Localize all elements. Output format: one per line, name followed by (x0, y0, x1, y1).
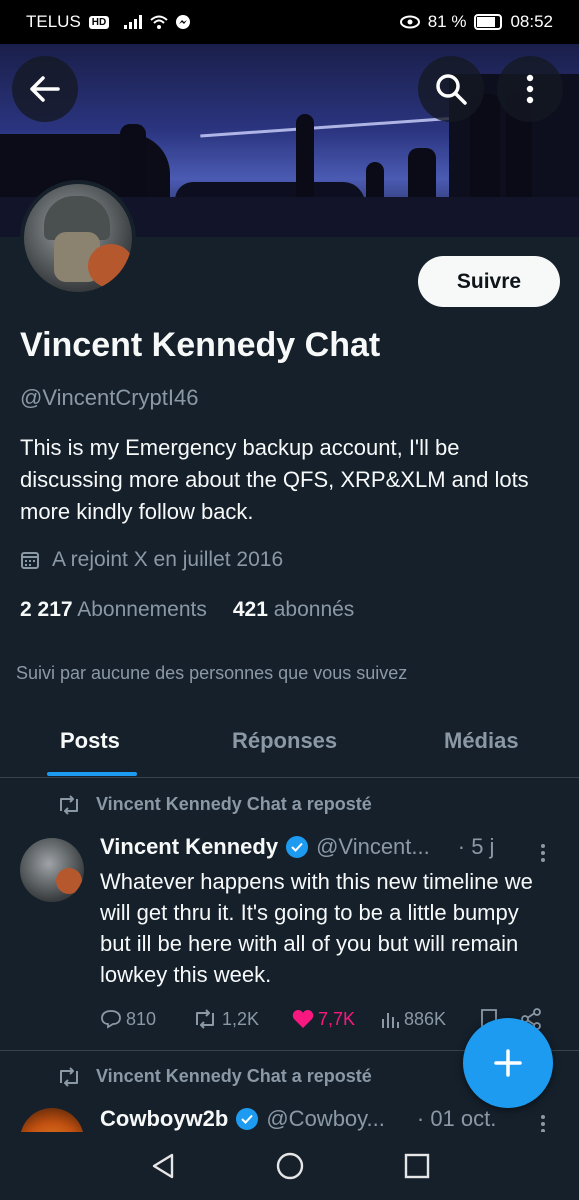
calendar-icon (21, 552, 39, 569)
battery-icon (474, 14, 503, 30)
eye-icon (399, 15, 420, 29)
nav-back-icon[interactable] (150, 1152, 176, 1180)
clock: 08:52 (510, 12, 553, 31)
repost-icon (60, 1066, 78, 1087)
tab-media[interactable]: Médias (444, 728, 519, 754)
repost-count: 1,2K (222, 1008, 260, 1029)
post-text: Whatever happens with this new timeline … (100, 869, 533, 987)
repost-icon (196, 1009, 214, 1029)
post-author-handle: @Cowboy... (266, 1106, 385, 1131)
reply-button[interactable]: 810 (100, 1009, 192, 1030)
post-header: Vincent Kennedy @Vincent... · 5 j (100, 834, 494, 860)
nav-home-icon[interactable] (275, 1151, 305, 1181)
back-button[interactable] (12, 56, 78, 122)
followers-count: 421 (232, 598, 268, 621)
search-icon (436, 74, 467, 105)
follow-button[interactable]: Suivre (418, 256, 560, 307)
repost-label: Vincent Kennedy Chat a reposté (96, 794, 372, 814)
like-button[interactable]: 7,7K (292, 1009, 380, 1030)
verified-badge-icon (286, 836, 309, 858)
post-author-name[interactable]: Cowboyw2b (100, 1106, 228, 1132)
joined-date: A rejoint X en juillet 2016 (20, 548, 283, 572)
reply-icon (101, 1010, 121, 1029)
profile-name: Vincent Kennedy Chat (20, 326, 381, 364)
compose-button[interactable] (463, 1018, 553, 1108)
post-author-handle: @Vincent... (316, 834, 430, 859)
tab-posts[interactable]: Posts (60, 728, 120, 754)
views-button[interactable]: 886K (380, 1009, 480, 1030)
plus-icon (494, 1049, 522, 1077)
followers-label: abonnés (273, 598, 355, 621)
reply-count: 810 (126, 1008, 157, 1029)
carrier-label: TELUS (26, 12, 81, 31)
views-count: 886K (404, 1008, 447, 1029)
repost-label: Vincent Kennedy Chat a reposté (96, 1066, 372, 1086)
vertical-dots-icon (526, 74, 534, 104)
repost-indicator: Vincent Kennedy Chat a reposté (56, 794, 372, 815)
post-time: · 5 j (457, 834, 495, 859)
post-time: · 01 oct. (416, 1106, 497, 1131)
joined-label: A rejoint X en juillet 2016 (52, 548, 284, 571)
post-author-avatar[interactable] (20, 838, 84, 902)
followed-by-text: Suivi par aucune des personnes que vous … (16, 663, 408, 683)
active-tab-indicator (47, 772, 137, 776)
system-nav-bar (0, 1132, 579, 1200)
heart-icon (292, 1010, 314, 1028)
like-count: 7,7K (318, 1008, 356, 1029)
post-more-icon[interactable] (540, 1114, 546, 1134)
hd-badge: HD (88, 15, 110, 29)
nav-recents-icon[interactable] (404, 1153, 430, 1179)
profile-tabs: Posts Réponses Médias (0, 708, 579, 778)
signal-icon (124, 15, 143, 29)
post-author-name[interactable]: Vincent Kennedy (100, 834, 278, 860)
post-header: Cowboyw2b @Cowboy... · 01 oct. (100, 1106, 496, 1132)
wifi-icon (150, 15, 168, 29)
post-more-icon[interactable] (540, 843, 546, 863)
following-label: Abonnements (77, 598, 207, 621)
repost-indicator: Vincent Kennedy Chat a reposté (56, 1066, 372, 1087)
battery-percent: 81 % (427, 12, 467, 31)
views-chart-icon (382, 1013, 399, 1028)
more-options-button[interactable] (497, 56, 563, 122)
repost-icon (60, 794, 78, 815)
profile-bio: This is my Emergency backup account, I'l… (20, 435, 529, 524)
verified-badge-icon (236, 1108, 259, 1130)
tab-replies[interactable]: Réponses (232, 728, 337, 754)
back-arrow-icon (30, 76, 60, 102)
profile-avatar[interactable] (20, 180, 136, 296)
search-button[interactable] (418, 56, 484, 122)
followers-link[interactable]: 421 abonnés (233, 598, 354, 622)
following-count: 2 217 (20, 598, 73, 621)
profile-handle: @VincentCryptI46 (20, 385, 199, 410)
messenger-icon (176, 15, 191, 29)
follow-stats: 2 217 Abonnements 421 abonnés (20, 598, 354, 622)
following-link[interactable]: 2 217 Abonnements (20, 598, 207, 622)
status-bar: TELUS HD 81 % 08:52 (0, 0, 579, 44)
repost-button[interactable]: 1,2K (192, 1009, 292, 1030)
